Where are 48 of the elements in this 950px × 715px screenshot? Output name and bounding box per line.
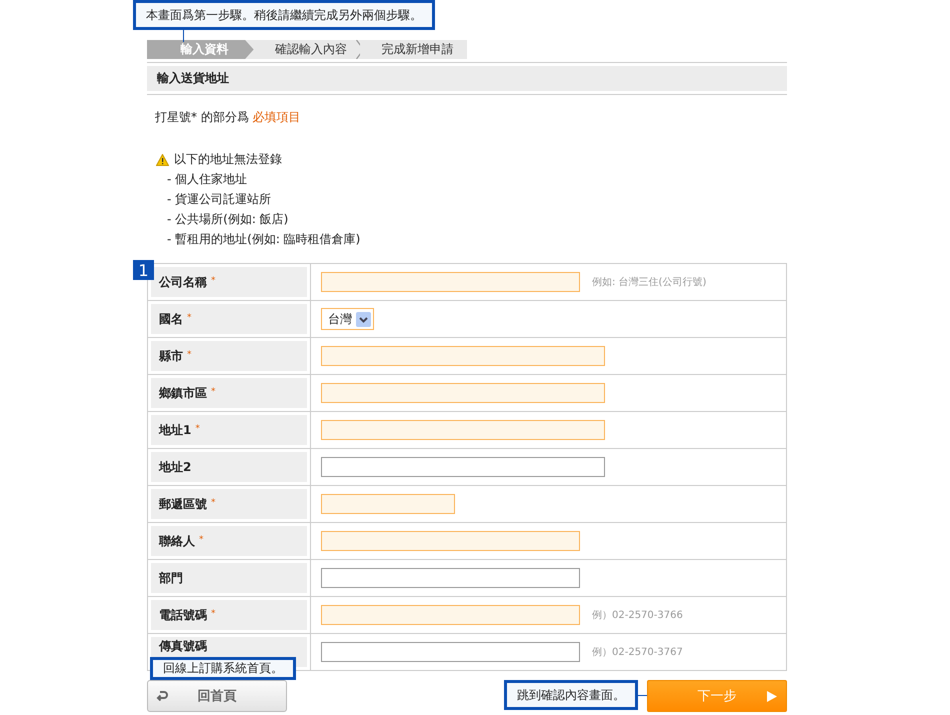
field-label: 部門 — [159, 570, 183, 586]
step-tooltip: 本畫面爲第一步驟。稍後請繼續完成另外兩個步驟。 — [133, 0, 435, 30]
country-select[interactable]: 台灣 — [321, 308, 374, 330]
field-label: 地址2 — [159, 458, 192, 476]
input-field[interactable] — [321, 531, 580, 551]
field-label: 國名 — [159, 310, 183, 328]
input-field[interactable] — [321, 457, 605, 477]
field-label: 郵遞區號 — [159, 496, 207, 512]
home-tooltip: 回線上訂購系統首頁。 — [150, 657, 296, 680]
required-asterisk: * — [211, 387, 216, 397]
warning-item: - 暫租用的地址(例如: 臨時租借倉庫) — [166, 231, 362, 248]
required-asterisk: * — [199, 535, 204, 545]
input-field[interactable] — [321, 383, 605, 403]
required-asterisk: * — [187, 313, 192, 323]
field-label: 公司名稱 — [159, 274, 207, 290]
required-asterisk: * — [211, 276, 216, 286]
field-hint: 例）02-2570-3767 — [592, 646, 683, 659]
required-asterisk: * — [211, 609, 216, 619]
warning-item: - 公共場所(例如: 飯店) — [166, 211, 290, 228]
field-label: 鄉鎮市區 — [159, 384, 207, 402]
input-field[interactable] — [321, 272, 580, 292]
field-hint: 例如: 台灣三住(公司行號) — [592, 276, 706, 289]
warning-icon — [156, 154, 169, 166]
required-asterisk: * — [211, 498, 216, 508]
warning-item: - 貨運公司託運站所 — [166, 191, 272, 208]
next-step-tooltip: 跳到確認內容畫面。 — [504, 680, 638, 710]
field-label: 地址1 — [159, 422, 192, 438]
field-label: 電話號碼 — [159, 606, 207, 624]
input-field[interactable] — [321, 642, 580, 662]
input-field[interactable] — [321, 605, 580, 625]
field-label: 傳真號碼 — [159, 638, 207, 655]
return-arrow-icon — [156, 691, 168, 701]
required-asterisk: * — [187, 350, 192, 360]
input-field[interactable] — [321, 494, 455, 514]
field-hint: 例）02-2570-3766 — [592, 609, 683, 622]
required-note: 打星號* 的部分爲 必填項目 — [155, 109, 302, 126]
warning-title: 以下的地址無法登錄 — [174, 151, 282, 168]
input-field[interactable] — [321, 420, 605, 440]
section-title: 輸入送貨地址 — [147, 66, 787, 91]
input-field[interactable] — [321, 568, 580, 588]
play-arrow-icon — [767, 691, 777, 702]
field-label: 聯絡人 — [159, 532, 195, 550]
step-number-badge: 1 — [133, 260, 154, 280]
warning-item: - 個人住家地址 — [166, 171, 248, 188]
required-asterisk: * — [195, 424, 200, 434]
input-field[interactable] — [321, 346, 605, 366]
home-button[interactable]: 回首頁 — [147, 680, 287, 712]
field-label: 縣市 — [159, 348, 183, 364]
